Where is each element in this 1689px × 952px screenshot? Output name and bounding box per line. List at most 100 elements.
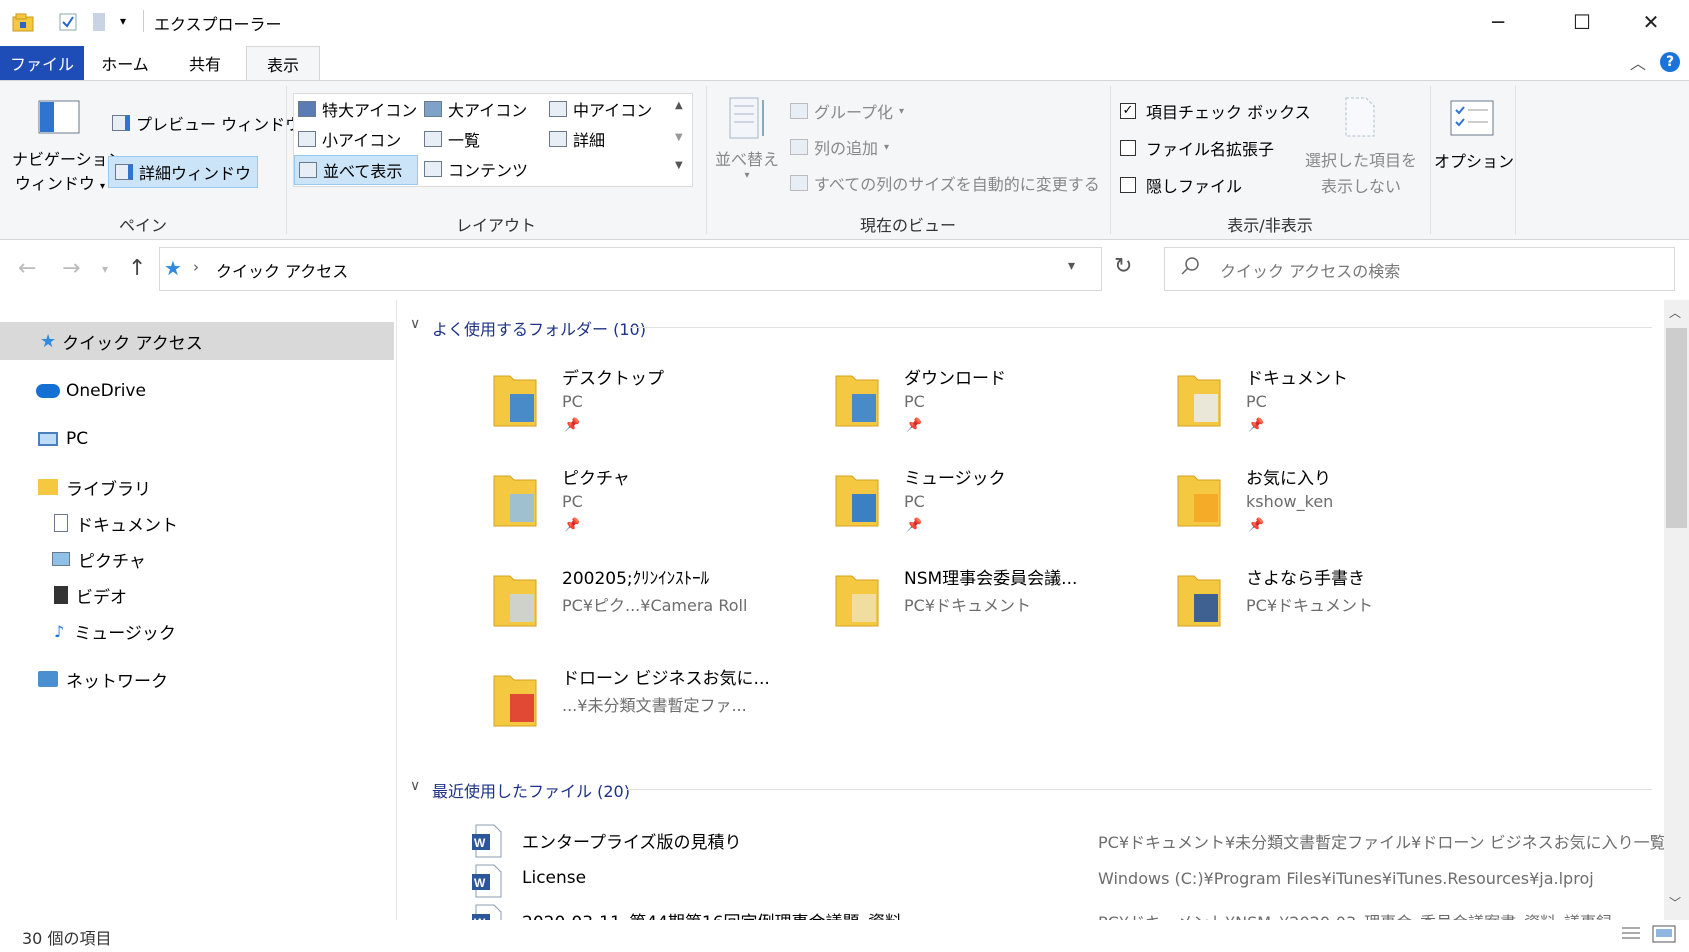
back-arrow-icon[interactable]: ← [18, 256, 36, 281]
navigation-pane-button[interactable]: ナビゲーション ウィンドウ ▾ [12, 146, 124, 194]
scrollbar-thumb[interactable] [1666, 328, 1687, 528]
explorer-app-icon[interactable] [12, 12, 34, 32]
layout-details[interactable]: 詳細 [549, 126, 605, 152]
hidden-items-toggle[interactable]: 隠しファイル [1120, 172, 1242, 198]
nav-item-quick-access[interactable]: ★ クイック アクセス [0, 322, 394, 360]
layout-list[interactable]: 一覧 [424, 126, 480, 152]
small-icons-icon [298, 131, 316, 147]
pin-icon[interactable]: 📌 [906, 518, 922, 533]
size-all-columns-button[interactable]: すべての列のサイズを自動的に変更する [790, 170, 1100, 196]
breadcrumb-quick-access[interactable]: クイック アクセス [216, 258, 348, 282]
layout-small-icons[interactable]: 小アイコン [298, 126, 401, 152]
folder-name: ドキュメント [1246, 369, 1348, 389]
gallery-scroll-up-icon[interactable]: ▲ [675, 100, 683, 111]
pin-icon[interactable]: 📌 [1248, 418, 1264, 433]
help-icon[interactable]: ? [1660, 52, 1680, 72]
tab-view[interactable]: 表示 [246, 46, 320, 81]
sort-by-button[interactable]: 並べ替え ▾ [714, 146, 780, 181]
file-extensions-label: ファイル名拡張子 [1146, 140, 1275, 159]
large-icons-view-toggle-icon[interactable] [1652, 924, 1676, 944]
close-button[interactable]: ✕ [1613, 0, 1689, 44]
gallery-more-icon[interactable]: ▼ [675, 160, 683, 171]
up-arrow-icon[interactable]: ↑ [128, 256, 146, 281]
item-checkboxes-checkbox[interactable]: ✓ [1120, 103, 1136, 119]
folder-tile[interactable]: ピクチャ PC 📌 [490, 458, 810, 548]
layout-small-label: 小アイコン [322, 131, 402, 150]
tab-home[interactable]: ホーム [90, 46, 160, 80]
folder-tile[interactable]: 200205;ｸﾘﾝｲﾝｽﾄｰﾙ PC¥ピク...¥Camera Roll [490, 558, 810, 648]
details-view-toggle-icon[interactable] [1620, 924, 1642, 944]
title-bar: ▾ エクスプローラー ─ ☐ ✕ [0, 0, 1689, 44]
forward-arrow-icon[interactable]: → [62, 256, 80, 281]
options-icon [1450, 100, 1494, 136]
folder-tile[interactable]: ドキュメント PC 📌 [1174, 358, 1494, 448]
folder-tile[interactable]: デスクトップ PC 📌 [490, 358, 810, 448]
folder-location: PC [904, 392, 925, 411]
quick-access-toolbar-dropdown-icon[interactable]: ▾ [120, 14, 126, 28]
scroll-down-icon[interactable]: ﹀ [1669, 894, 1681, 911]
ribbon-separator [1515, 86, 1516, 234]
pin-icon[interactable]: 📌 [564, 418, 580, 433]
pin-icon[interactable]: 📌 [906, 418, 922, 433]
preview-pane-button[interactable]: プレビュー ウィンドウ [112, 110, 301, 136]
nav-lib-pictures-label: ピクチャ [78, 551, 146, 572]
nav-item-network[interactable]: ネットワーク [0, 660, 394, 698]
address-dropdown-icon[interactable]: ▾ [1068, 258, 1075, 274]
group-by-button[interactable]: グループ化 ▾ [790, 98, 904, 124]
tab-file[interactable]: ファイル [0, 46, 84, 80]
add-columns-button[interactable]: 列の追加 ▾ [790, 134, 889, 160]
file-extensions-checkbox[interactable] [1120, 140, 1136, 156]
recent-file-row[interactable]: W エンタープライズ版の見積り PC¥ドキュメント¥未分類文書暫定ファイル¥ドローン… [470, 822, 1666, 858]
layout-extra-large-icons[interactable]: 特大アイコン [298, 96, 417, 122]
search-input[interactable]: クイック アクセスの検索 [1220, 258, 1400, 282]
recent-file-row[interactable]: W 2020-03-11_第44期第16回定例理事会議題_資料 PC¥ドキュメント¥… [470, 902, 1650, 920]
nav-item-lib-pictures[interactable]: ピクチャ [0, 540, 394, 578]
nav-item-pc[interactable]: PC [0, 420, 394, 458]
item-checkboxes-toggle[interactable]: ✓ 項目チェック ボックス [1120, 98, 1311, 124]
folder-tile[interactable]: さよなら手書き PC¥ドキュメント [1174, 558, 1494, 648]
nav-onedrive-label: OneDrive [66, 381, 146, 401]
details-pane-button[interactable]: 詳細ウィンドウ [108, 156, 259, 188]
folder-tile[interactable]: お気に入り kshow_ken 📌 [1174, 458, 1494, 548]
nav-item-lib-documents[interactable]: ドキュメント [0, 504, 394, 542]
options-button[interactable]: オプション [1434, 148, 1514, 172]
nav-item-libraries[interactable]: ライブラリ [0, 468, 394, 506]
item-checkboxes-label: 項目チェック ボックス [1146, 103, 1311, 122]
properties-icon[interactable] [58, 12, 78, 32]
folder-tile[interactable]: NSM理事会委員会議... PC¥ドキュメント [832, 558, 1152, 648]
group-label-pane: ペイン [118, 216, 167, 235]
pin-icon[interactable]: 📌 [564, 518, 580, 533]
collapse-ribbon-icon[interactable]: ︿ [1630, 50, 1646, 74]
preview-pane-label: プレビュー ウィンドウ [136, 115, 302, 134]
layout-medium-icons[interactable]: 中アイコン [549, 96, 652, 122]
nav-item-lib-videos[interactable]: ビデオ [0, 576, 394, 614]
new-folder-icon[interactable] [92, 12, 108, 32]
recent-files-header[interactable]: 最近使用したファイル (20) [432, 778, 630, 802]
quick-access-star-icon: ★ [164, 256, 182, 280]
scroll-up-icon[interactable]: ︿ [1669, 304, 1681, 321]
refresh-icon[interactable]: ↻ [1114, 254, 1132, 279]
gallery-scroll-down-icon[interactable]: ▼ [675, 132, 683, 143]
file-extensions-toggle[interactable]: ファイル名拡張子 [1120, 135, 1274, 161]
layout-content[interactable]: コンテンツ [424, 156, 528, 182]
nav-item-onedrive[interactable]: OneDrive [0, 372, 394, 410]
layout-large-icons[interactable]: 大アイコン [424, 96, 527, 122]
recent-files-chevron-icon[interactable]: ∨ [410, 778, 420, 794]
nav-item-lib-music[interactable]: ♪ ミュージック [0, 612, 394, 650]
breadcrumb-chevron-icon[interactable]: › [193, 258, 199, 276]
layout-tiles[interactable]: 並べて表示 [294, 155, 418, 185]
frequent-folders-header[interactable]: よく使用するフォルダー (10) [432, 316, 646, 340]
recent-file-path: PC¥ドキュメント¥未分類文書暫定ファイル¥ドローン ビジネスお気に入り一覧 [1098, 833, 1666, 852]
folder-tile[interactable]: ドローン ビジネスお気に... ...¥未分類文書暫定ファ... [490, 658, 810, 748]
maximize-button[interactable]: ☐ [1544, 0, 1620, 44]
folder-tile[interactable]: ミュージック PC 📌 [832, 458, 1152, 548]
recent-file-row[interactable]: W License Windows (C:)¥Program Files¥iTune… [470, 862, 1650, 898]
minimize-button[interactable]: ─ [1460, 0, 1536, 44]
hide-selected-button[interactable]: 選択した項目を 表示しない [1296, 148, 1426, 200]
frequent-folders-chevron-icon[interactable]: ∨ [410, 316, 420, 332]
folder-tile[interactable]: ダウンロード PC 📌 [832, 358, 1152, 448]
recent-locations-icon[interactable]: ▾ [102, 262, 108, 276]
pin-icon[interactable]: 📌 [1248, 518, 1264, 533]
tab-share[interactable]: 共有 [170, 46, 240, 80]
hidden-items-checkbox[interactable] [1120, 177, 1136, 193]
